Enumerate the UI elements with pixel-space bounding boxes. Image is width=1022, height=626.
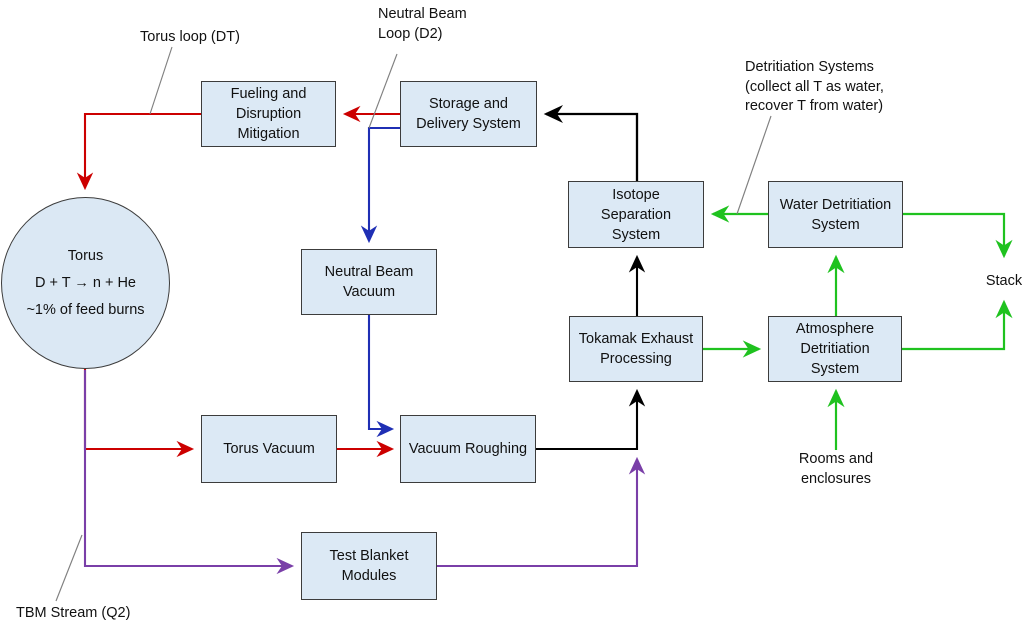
node-atmosdetrit-line-2: System: [810, 361, 860, 377]
flow-fueling-to-torus: [76, 112, 201, 191]
node-fueling-and-disruption-mitigation[interactable]: Fueling and Disruption Mitigation: [201, 81, 336, 147]
annotation-torus-loop-line-0: Torus loop (DT): [140, 29, 240, 45]
node-testblanket-line-1: Modules: [341, 568, 397, 584]
annotation-stack: Stack: [964, 272, 1022, 292]
flow-waterdetrit-to-stack: [903, 212, 1013, 259]
leader-detrit-systems: [736, 115, 772, 215]
node-waterdetrit-line-0: Water Detritiation: [779, 196, 892, 213]
annotation-rooms-line-0: Rooms and: [798, 451, 874, 467]
annotation-nb-loop-line-1: Loop (D2): [378, 25, 443, 42]
node-storage-and-delivery-system[interactable]: Storage and Delivery System: [400, 81, 537, 147]
node-torus-vacuum[interactable]: Torus Vacuum: [201, 415, 337, 483]
annotation-nb-loop-line-0: Neutral Beam: [378, 6, 467, 22]
node-isotope-line-2: System: [611, 226, 661, 243]
node-waterdetrit-line-1: System: [811, 216, 860, 233]
node-atmosdetrit-line-0: Atmosphere: [795, 321, 875, 337]
node-tokamakexhaust-line-1: Processing: [600, 351, 672, 367]
annotation-detritiation-systems: Detritiation Systems (collect all T as w…: [745, 58, 884, 117]
annotation-detrit-line-0: Detritiation Systems: [745, 59, 874, 75]
node-tokamak-exhaust-processing[interactable]: Tokamak Exhaust Processing: [569, 316, 703, 382]
node-water-detritiation-system[interactable]: Water Detritiation System: [768, 181, 903, 248]
node-storage-line-0: Storage and: [428, 96, 508, 112]
annotation-tbm-stream: TBM Stream (Q2): [16, 604, 130, 624]
node-nbvacuum-line-1: Vacuum: [342, 284, 396, 300]
node-torus-line-2: ~1% of feed burns: [26, 302, 145, 318]
node-fueling-line-1: Disruption: [235, 106, 302, 122]
annotation-detrit-line-2: recover T from water): [745, 98, 884, 115]
flow-torus-to-torusvacuum: [83, 369, 195, 458]
node-storage-line-1: Delivery System: [416, 116, 521, 132]
annotation-rooms-line-1: enclosures: [800, 470, 872, 487]
node-nbvacuum-line-0: Neutral Beam: [324, 264, 414, 280]
leader-torus-loop: [149, 46, 173, 115]
node-torusvacuum-line-0: Torus Vacuum: [223, 441, 315, 457]
flow-atmosdetrit-to-stack: [902, 299, 1013, 351]
annotation-tbm-stream-line-0: TBM Stream (Q2): [16, 605, 131, 621]
annotation-stack-line-0: Stack: [985, 273, 1022, 289]
annotation-rooms-and-enclosures: Rooms and enclosures: [756, 450, 916, 489]
node-torus-line-0: Torus: [67, 248, 104, 264]
node-testblanket-line-0: Test Blanket: [329, 548, 409, 564]
flow-isotope-to-storage: [543, 105, 639, 181]
node-fueling-line-2: Mitigation: [237, 126, 300, 142]
leader-nb-loop: [368, 53, 398, 129]
annotation-neutral-beam-loop: Neutral Beam Loop (D2): [378, 5, 467, 44]
node-atmosdetrit-line-1: Detritiation: [800, 341, 870, 357]
node-vacuum-roughing[interactable]: Vacuum Roughing: [400, 415, 536, 483]
annotation-torus-loop: Torus loop (DT): [140, 28, 240, 48]
node-torus[interactable]: Torus D + T → n + He ~1% of feed burns: [1, 197, 170, 369]
node-atmosphere-detritiation-system[interactable]: Atmosphere Detritiation System: [768, 316, 902, 382]
annotation-detrit-line-1: (collect all T as water,: [745, 78, 884, 95]
node-tokamakexhaust-line-0: Tokamak Exhaust: [578, 331, 694, 347]
flow-vacuumroughing-to-tokamakexhaust: [536, 388, 646, 451]
node-isotope-separation-system[interactable]: Isotope Separation System: [568, 181, 704, 248]
leader-tbm-stream: [55, 534, 83, 602]
node-vacuumroughing-line-0: Vacuum Roughing: [408, 441, 528, 457]
node-isotope-line-1: Separation: [600, 206, 672, 223]
diagram-canvas: Torus D + T → n + He ~1% of feed burns F…: [0, 0, 1022, 626]
node-torus-line-1: D + T → n + He: [34, 275, 136, 291]
node-neutral-beam-vacuum[interactable]: Neutral Beam Vacuum: [301, 249, 437, 315]
flow-nbvacuum-to-vacuumroughing: [367, 315, 395, 438]
flow-storage-to-nbvacuum: [360, 126, 400, 244]
node-isotope-line-0: Isotope: [612, 186, 660, 203]
node-fueling-line-0: Fueling and: [230, 86, 307, 102]
node-test-blanket-modules[interactable]: Test Blanket Modules: [301, 532, 437, 600]
